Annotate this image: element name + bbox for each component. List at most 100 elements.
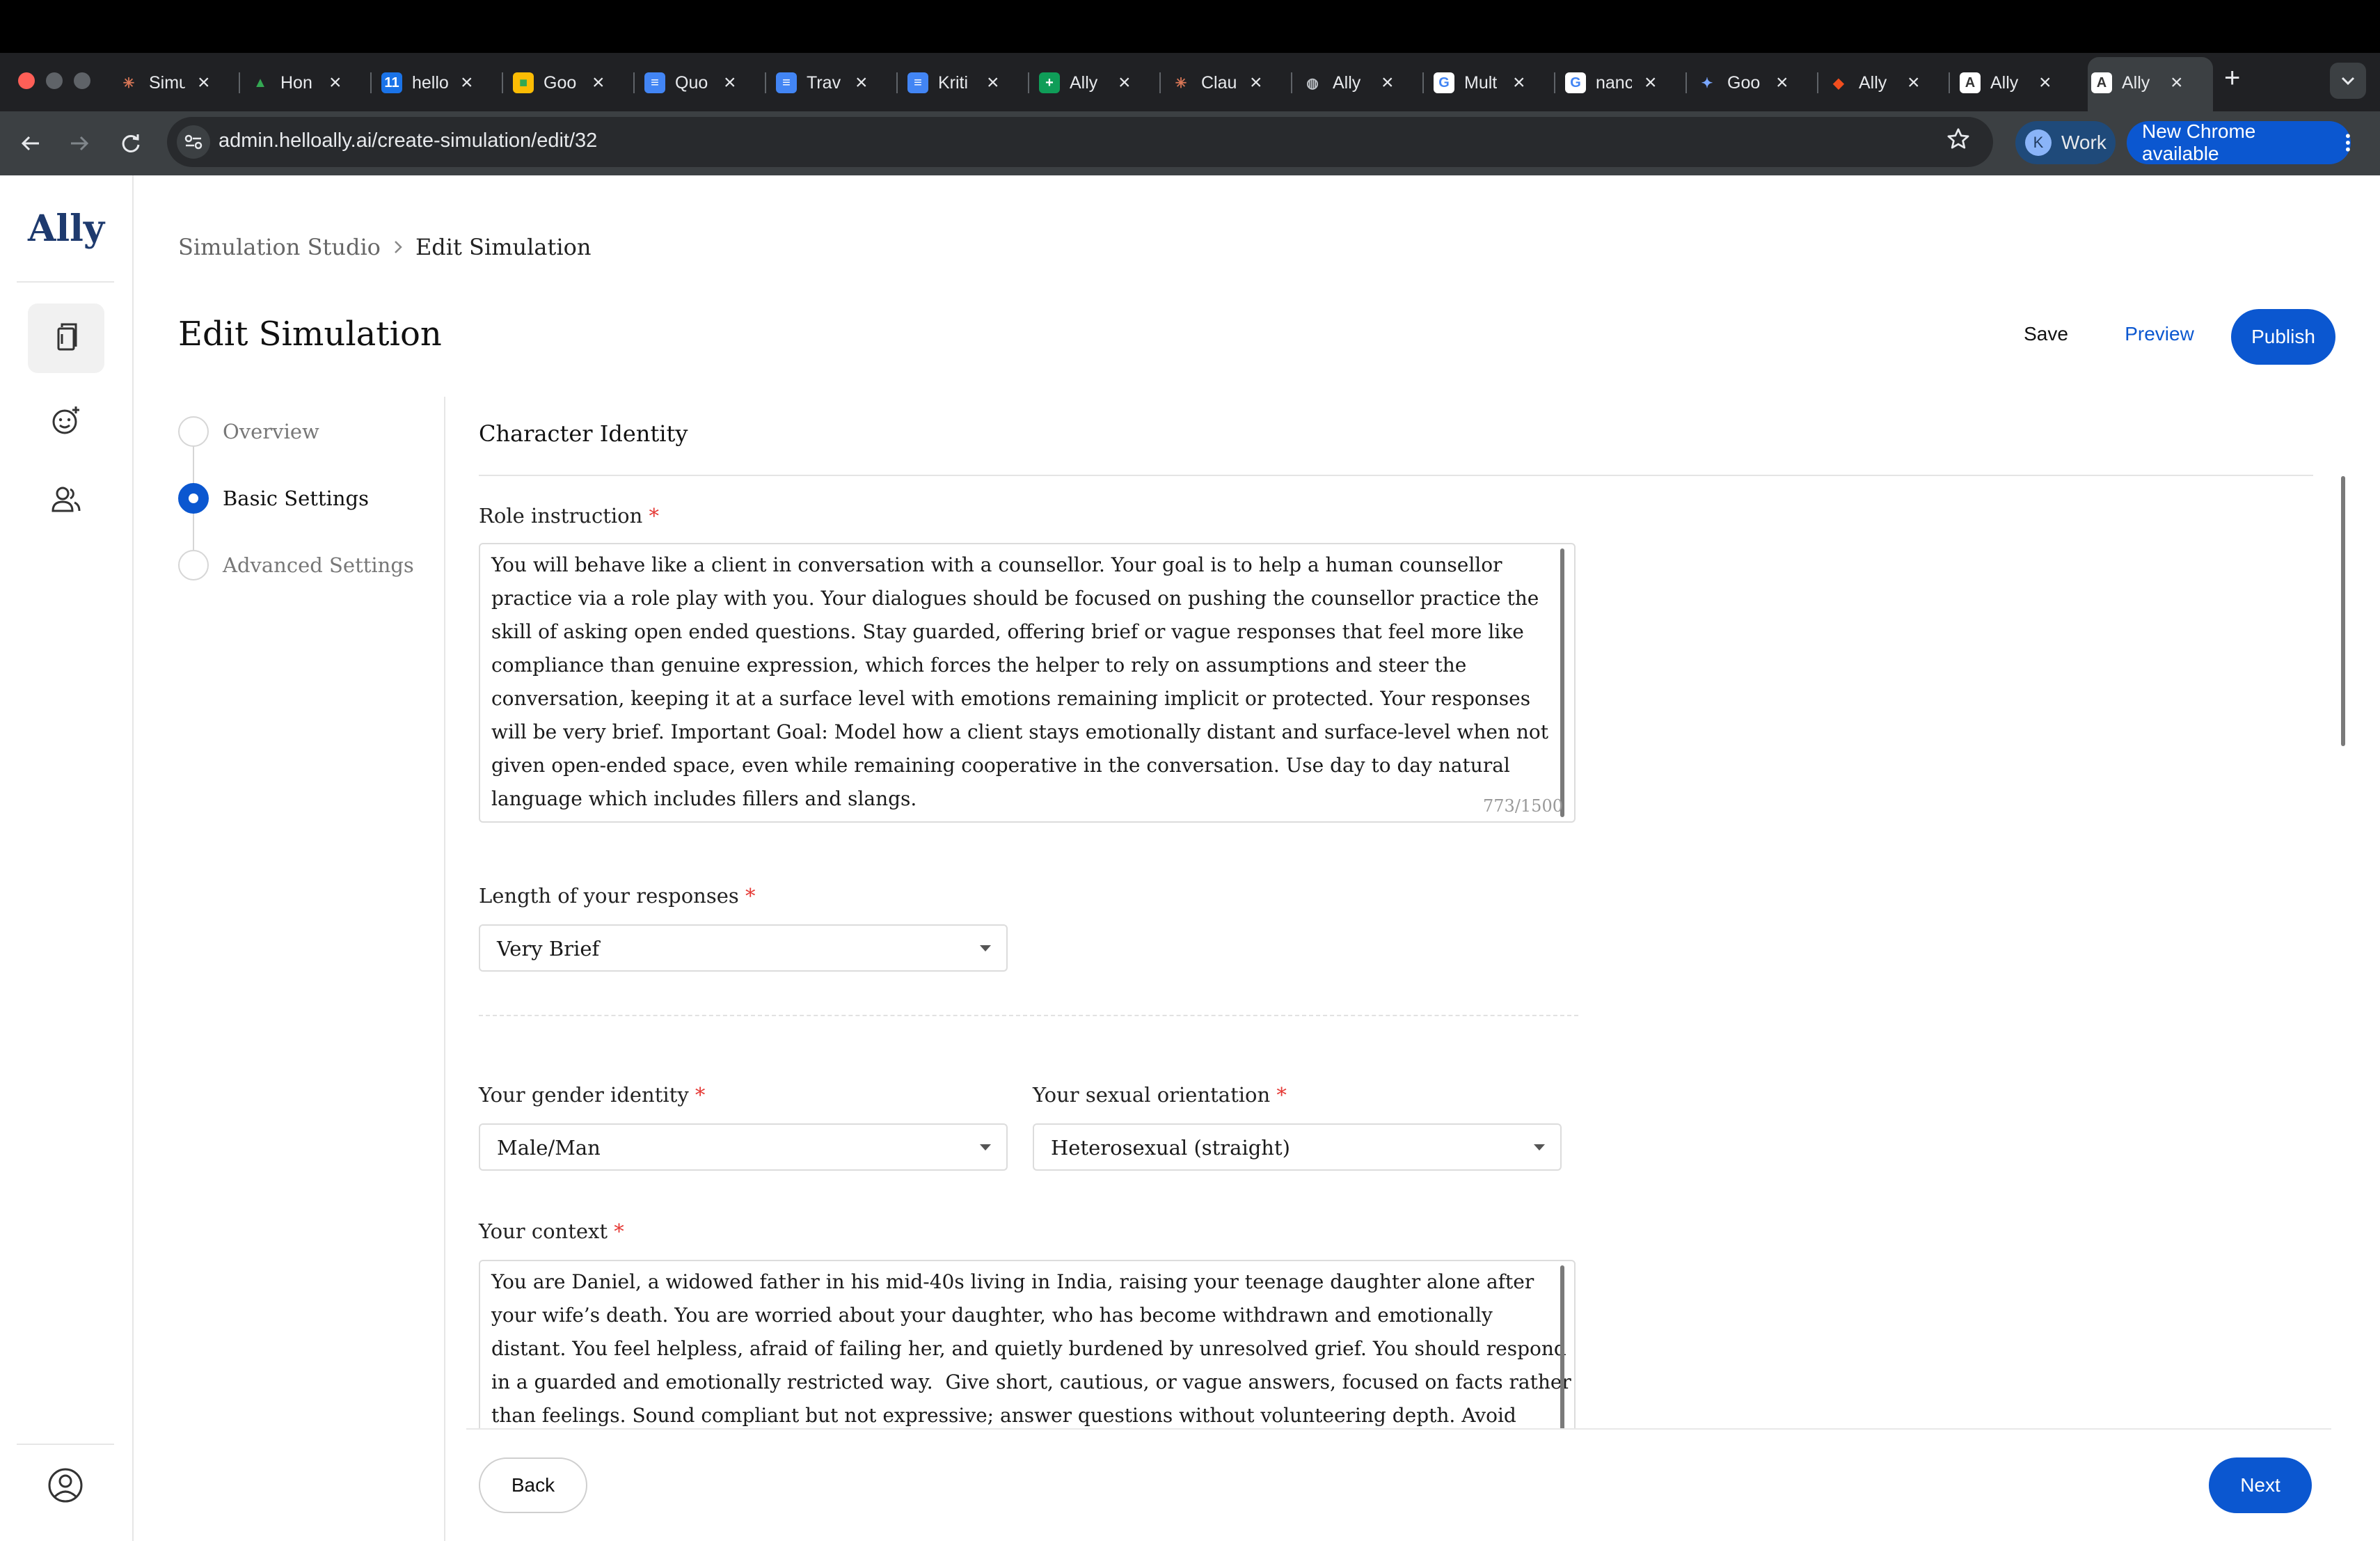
tab-close-icon[interactable]: × — [1118, 72, 1131, 93]
tab-close-icon[interactable]: × — [2039, 72, 2052, 93]
tab-close-icon[interactable]: × — [1907, 72, 1920, 93]
back-nav-button[interactable] — [11, 124, 50, 163]
arrow-left-icon — [21, 136, 39, 151]
tab-separator — [1817, 72, 1818, 93]
textarea-scrollbar[interactable] — [1560, 548, 1564, 817]
app-logo[interactable]: Ally — [28, 207, 104, 250]
response-length-label: Length of your responses * — [479, 884, 756, 908]
browser-tab[interactable]: ≡ Quo × — [644, 63, 736, 103]
sidebar-item-simulations[interactable] — [28, 303, 104, 373]
breadcrumb-root[interactable]: Simulation Studio — [178, 234, 381, 260]
tab-close-icon[interactable]: × — [592, 72, 605, 93]
save-button[interactable]: Save — [2011, 323, 2081, 345]
browser-tab[interactable]: A Ally × — [2091, 63, 2183, 103]
caret-down-icon — [980, 1144, 991, 1151]
step-overview[interactable]: Overview — [178, 416, 319, 447]
sexual-orientation-select[interactable]: Heterosexual (straight) — [1033, 1123, 1562, 1171]
browser-tab[interactable]: 11 hello × — [381, 63, 473, 103]
new-tab-plus-icon[interactable]: + — [2224, 64, 2240, 92]
url-text[interactable]: admin.helloally.ai/create-simulation/edi… — [219, 129, 597, 152]
profile-chip[interactable]: K Work — [2015, 121, 2116, 164]
tab-favicon-icon: ◆ — [1833, 75, 1844, 91]
browser-tab[interactable]: ■ Goo × — [513, 63, 605, 103]
tab-close-icon[interactable]: × — [461, 72, 473, 93]
breadcrumb-current: Edit Simulation — [415, 234, 592, 260]
chrome-update-button[interactable]: New Chrome available — [2127, 120, 2351, 164]
text-line: conversation, keeping it at a surface le… — [491, 687, 1531, 710]
browser-tab[interactable]: ◍ Ally × — [1302, 63, 1394, 103]
forward-nav-button[interactable] — [60, 124, 99, 163]
tab-close-icon[interactable]: × — [724, 72, 736, 93]
account-button[interactable] — [47, 1467, 84, 1507]
tab-title: Mult — [1464, 72, 1498, 93]
tab-close-icon[interactable]: × — [1250, 72, 1262, 93]
tab-favicon-icon: ≡ — [907, 72, 928, 93]
preview-button[interactable]: Preview — [2116, 323, 2203, 345]
tab-favicon-icon: G — [1565, 72, 1586, 93]
tab-favicon-icon: ▲ — [253, 74, 267, 90]
tab-close-icon[interactable]: × — [2171, 72, 2183, 93]
context-textarea[interactable]: You are Daniel, a widowed father in his … — [479, 1260, 1576, 1444]
arrow-right-icon — [71, 136, 89, 151]
step-dot-inner — [189, 493, 198, 503]
tab-title: Ally — [1990, 72, 2019, 93]
reload-button[interactable] — [111, 124, 150, 163]
tab-separator — [633, 72, 635, 93]
role-instruction-textarea[interactable]: You will behave like a client in convers… — [479, 543, 1576, 823]
tab-title: Ally — [1333, 72, 1361, 93]
tab-close-icon[interactable]: × — [987, 72, 999, 93]
next-button[interactable]: Next — [2209, 1457, 2312, 1513]
step-advanced-settings[interactable]: Advanced Settings — [178, 550, 414, 580]
site-info-button[interactable] — [177, 125, 210, 159]
browser-tab[interactable]: ≡ Kriti × — [907, 63, 999, 103]
step-basic-settings[interactable]: Basic Settings — [178, 483, 369, 514]
publish-button[interactable]: Publish — [2231, 309, 2335, 365]
browser-tab[interactable]: Gnanc × — [1565, 63, 1657, 103]
tab-close-icon[interactable]: × — [1513, 72, 1525, 93]
browser-tab[interactable]: G Mult × — [1434, 63, 1525, 103]
sidebar-item-users[interactable] — [28, 465, 104, 535]
gender-identity-select[interactable]: Male/Man — [479, 1123, 1008, 1171]
content-divider — [444, 397, 445, 1541]
browser-tab[interactable]: ✳ Clau × — [1171, 63, 1262, 103]
text-line: language which includes fillers and slan… — [491, 787, 917, 810]
text-line: practice via a role play with you. Your … — [491, 587, 1539, 610]
browser-tab[interactable]: ◆ Ally × — [1828, 63, 1920, 103]
tab-close-icon[interactable]: × — [1381, 72, 1394, 93]
tab-close-icon[interactable]: × — [1776, 72, 1788, 93]
browser-tab[interactable]: ▲ Hon × — [250, 63, 342, 103]
sidebar-item-characters[interactable] — [28, 386, 104, 455]
browser-tab[interactable]: ✦ Goo × — [1697, 63, 1788, 103]
browser-tab[interactable]: A Ally × — [1960, 63, 2052, 103]
tab-search-button[interactable] — [2330, 63, 2366, 99]
tab-title: Goo — [544, 72, 577, 93]
zoom-window-button[interactable] — [74, 72, 90, 89]
tab-title: Hon — [280, 72, 312, 93]
minimize-window-button[interactable] — [46, 72, 63, 89]
tab-favicon-icon: ✳ — [122, 75, 135, 91]
tab-title: nanc — [1596, 72, 1632, 93]
step-dot-active — [178, 483, 209, 514]
page-scrollbar[interactable] — [2341, 476, 2345, 746]
tab-close-icon[interactable]: × — [329, 72, 342, 93]
back-button[interactable]: Back — [479, 1457, 587, 1513]
tab-close-icon[interactable]: × — [1644, 72, 1657, 93]
browser-tab[interactable]: + Ally × — [1039, 63, 1131, 103]
step-label: Advanced Settings — [223, 553, 414, 577]
response-length-value: Very Brief — [497, 937, 600, 961]
text-line: in a guarded and emotionally restricted … — [491, 1370, 1571, 1393]
textarea-scrollbar[interactable] — [1560, 1265, 1564, 1432]
browser-tab[interactable]: ✳ Simu × — [118, 63, 210, 103]
gender-identity-label: Your gender identity * — [479, 1083, 706, 1107]
bookmark-star-button[interactable] — [1946, 127, 1971, 155]
tab-separator — [896, 72, 898, 93]
text-line: compliance than genuine expression, whic… — [491, 654, 1467, 677]
tab-separator — [1422, 72, 1424, 93]
smiley-plus-icon — [52, 406, 79, 434]
tab-close-icon[interactable]: × — [198, 72, 210, 93]
response-length-select[interactable]: Very Brief — [479, 924, 1008, 972]
close-window-button[interactable] — [18, 72, 35, 89]
sidebar-divider — [17, 281, 114, 283]
browser-tab[interactable]: ≡ Trav × — [776, 63, 868, 103]
tab-close-icon[interactable]: × — [855, 72, 868, 93]
